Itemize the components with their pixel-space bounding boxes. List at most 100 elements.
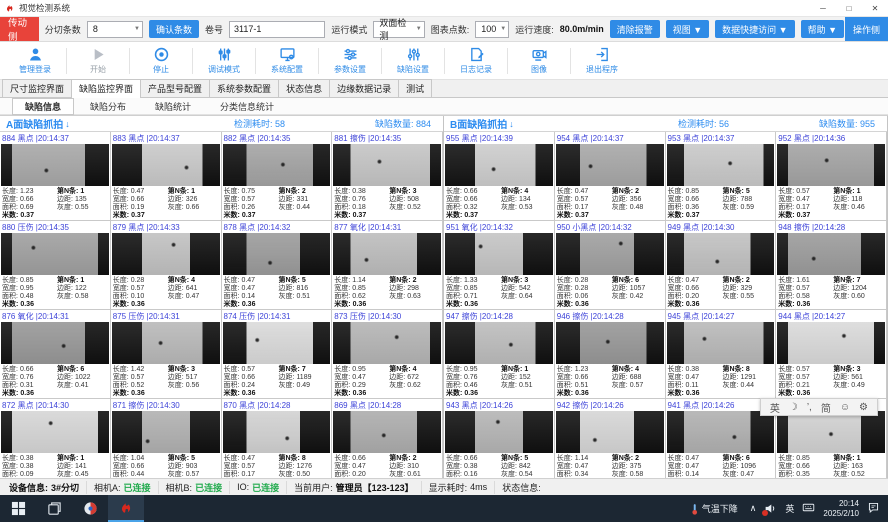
admin-login-button[interactable]: 管理登录 bbox=[8, 43, 62, 79]
sort-desc-icon[interactable]: ↓ bbox=[65, 119, 70, 129]
help-menu-button[interactable]: 帮助 ▼ bbox=[801, 20, 844, 38]
defect-image[interactable] bbox=[1, 411, 109, 453]
taskbar-app-media-icon[interactable] bbox=[72, 495, 108, 522]
maximize-button[interactable]: □ bbox=[836, 1, 862, 16]
defect-cell[interactable]: 872 黑点 |20:14:30长度:0.38宽度:0.38面积:0.09米数:… bbox=[0, 399, 111, 478]
action-center-icon[interactable] bbox=[867, 501, 880, 516]
defect-image[interactable] bbox=[777, 322, 885, 364]
weather-tray-item[interactable]: 气温下降 bbox=[686, 502, 742, 516]
tray-overflow-chevron[interactable]: ∧ bbox=[750, 503, 757, 514]
taskbar-app-inspection-icon[interactable] bbox=[108, 495, 144, 522]
defect-cell[interactable]: 878 黑点 |20:14:32长度:0.47宽度:0.47面积:0.14米数:… bbox=[222, 221, 333, 310]
defect-image[interactable] bbox=[445, 322, 553, 364]
image-button[interactable]: 图像 bbox=[512, 43, 566, 79]
defect-image[interactable] bbox=[223, 322, 331, 364]
main-tab-2[interactable]: 缺陷监控界面 bbox=[71, 79, 141, 98]
defect-image[interactable] bbox=[777, 411, 885, 453]
defect-image[interactable] bbox=[667, 322, 775, 364]
defect-cell[interactable]: 883 黑点 |20:14:37长度:0.47宽度:0.66面积:0.19米数:… bbox=[111, 132, 222, 221]
defect-cell[interactable]: 951 氧化 |20:14:32长度:1.33宽度:0.85面积:0.71米数:… bbox=[444, 221, 555, 310]
defect-image[interactable] bbox=[1, 144, 109, 186]
defect-cell[interactable]: 881 擦伤 |20:14:35长度:0.38宽度:0.76面积:0.18米数:… bbox=[332, 132, 443, 221]
defect-cell[interactable]: 946 擦伤 |20:14:28长度:1.23宽度:0.66面积:0.51米数:… bbox=[555, 310, 666, 399]
defect-image[interactable] bbox=[112, 233, 220, 275]
roll-number-input[interactable]: 3117-1 bbox=[229, 21, 325, 38]
defect-cell[interactable]: 869 黑点 |20:14:28长度:0.66宽度:0.47面积:0.20米数:… bbox=[332, 399, 443, 478]
defect-cell[interactable]: 954 黑点 |20:14:37长度:0.47宽度:0.57面积:0.17米数:… bbox=[555, 132, 666, 221]
close-button[interactable]: ✕ bbox=[862, 1, 888, 16]
defect-image[interactable] bbox=[333, 322, 441, 364]
defect-cell[interactable]: 879 黑点 |20:14:33长度:0.28宽度:0.57面积:0.10米数:… bbox=[111, 221, 222, 310]
defect-image[interactable] bbox=[556, 233, 664, 275]
defect-image[interactable] bbox=[667, 233, 775, 275]
system-config-button[interactable]: 系统配置 bbox=[260, 43, 314, 79]
ime-settings-gear-icon[interactable]: ⚙ bbox=[859, 402, 868, 413]
defect-cell[interactable]: 947 擦伤 |20:14:28长度:0.95宽度:0.76面积:0.46米数:… bbox=[444, 310, 555, 399]
ime-fullwidth-moon-icon[interactable]: ☽ bbox=[789, 402, 798, 413]
defect-image[interactable] bbox=[223, 144, 331, 186]
defect-image[interactable] bbox=[667, 411, 775, 453]
clock[interactable]: 20:14 2025/2/10 bbox=[823, 499, 859, 518]
defect-image[interactable] bbox=[667, 144, 775, 186]
defect-image[interactable] bbox=[223, 411, 331, 453]
defect-image[interactable] bbox=[777, 144, 885, 186]
main-tab-3[interactable]: 产品型号配置 bbox=[140, 79, 210, 97]
task-view-button[interactable] bbox=[36, 495, 72, 522]
defect-image[interactable] bbox=[445, 233, 553, 275]
start-button[interactable] bbox=[0, 495, 36, 522]
defect-image[interactable] bbox=[333, 144, 441, 186]
defect-cell[interactable]: 955 黑点 |20:14:39长度:0.66宽度:0.66面积:0.32米数:… bbox=[444, 132, 555, 221]
ime-language-toggle[interactable]: 英 bbox=[770, 400, 780, 415]
defect-cell[interactable]: 949 黑点 |20:14:30长度:0.47宽度:0.66面积:0.20米数:… bbox=[666, 221, 777, 310]
defect-cell[interactable]: 952 黑点 |20:14:36长度:0.57宽度:0.47面积:0.17米数:… bbox=[776, 132, 887, 221]
defect-image[interactable] bbox=[223, 233, 331, 275]
main-tab-4[interactable]: 系统参数配置 bbox=[209, 79, 279, 97]
touch-keyboard-icon[interactable] bbox=[802, 501, 815, 516]
sub-tab-3[interactable]: 缺陷统计 bbox=[142, 98, 204, 115]
defect-image[interactable] bbox=[112, 322, 220, 364]
param-settings-button[interactable]: 参数设置 bbox=[323, 43, 377, 79]
defect-settings-button[interactable]: 缺陷设置 bbox=[386, 43, 440, 79]
defect-image[interactable] bbox=[445, 411, 553, 453]
defect-cell[interactable]: 943 黑点 |20:14:26长度:0.66宽度:0.38面积:0.16米数:… bbox=[444, 399, 555, 478]
start-button[interactable]: 开始 bbox=[71, 43, 125, 79]
defect-image[interactable] bbox=[556, 411, 664, 453]
defect-cell[interactable]: 942 擦伤 |20:14:26长度:1.14宽度:0.47面积:0.34米数:… bbox=[555, 399, 666, 478]
defect-cell[interactable]: 882 黑点 |20:14:35长度:0.75宽度:0.57面积:0.26米数:… bbox=[222, 132, 333, 221]
defect-image[interactable] bbox=[556, 144, 664, 186]
operator-side-button[interactable]: 操作侧 bbox=[845, 17, 888, 41]
debug-mode-button[interactable]: 调试模式 bbox=[197, 43, 251, 79]
log-record-button[interactable]: 日志记录 bbox=[449, 43, 503, 79]
sub-tab-1[interactable]: 缺陷信息 bbox=[12, 98, 74, 115]
defect-cell[interactable]: 948 擦伤 |20:14:28长度:1.61宽度:0.57面积:0.58米数:… bbox=[776, 221, 887, 310]
defect-image[interactable] bbox=[445, 144, 553, 186]
ime-mode-indicator[interactable]: 英 bbox=[785, 502, 794, 515]
confirm-strip-count-button[interactable]: 确认条数 bbox=[149, 20, 199, 38]
run-mode-select[interactable]: 双面检测 ▼ bbox=[373, 21, 424, 38]
defect-cell[interactable]: 945 黑点 |20:14:27长度:0.38宽度:0.47面积:0.11米数:… bbox=[666, 310, 777, 399]
defect-cell[interactable]: 870 黑点 |20:14:28长度:0.47宽度:0.57面积:0.17米数:… bbox=[222, 399, 333, 478]
defect-image[interactable] bbox=[333, 411, 441, 453]
sub-tab-4[interactable]: 分类信息统计 bbox=[207, 98, 287, 115]
defect-image[interactable] bbox=[112, 144, 220, 186]
main-tab-1[interactable]: 尺寸监控界面 bbox=[2, 79, 72, 97]
defect-cell[interactable]: 944 黑点 |20:14:27长度:0.57宽度:0.57面积:0.21米数:… bbox=[776, 310, 887, 399]
defect-cell[interactable]: 875 压伤 |20:14:31长度:1.42宽度:0.57面积:0.52米数:… bbox=[111, 310, 222, 399]
defect-cell[interactable]: 877 氧化 |20:14:31长度:1.14宽度:0.85面积:0.62米数:… bbox=[332, 221, 443, 310]
defect-cell[interactable]: 950 小黑点 |20:14:32长度:0.28宽度:0.28面积:0.06米数… bbox=[555, 221, 666, 310]
defect-image[interactable] bbox=[556, 322, 664, 364]
data-quick-access-button[interactable]: 数据快捷访问 ▼ bbox=[715, 20, 794, 38]
ime-emoji-icon[interactable]: ☺ bbox=[840, 402, 850, 413]
main-tab-5[interactable]: 状态信息 bbox=[278, 79, 330, 97]
chart-points-select[interactable]: 100 ▼ bbox=[475, 21, 509, 38]
clear-alarm-button[interactable]: 清除报警 bbox=[610, 20, 660, 38]
defect-cell[interactable]: 871 擦伤 |20:14:30长度:1.04宽度:0.66面积:0.44米数:… bbox=[111, 399, 222, 478]
view-menu-button[interactable]: 视图 ▼ bbox=[666, 20, 709, 38]
defect-cell[interactable]: 873 压伤 |20:14:30长度:0.95宽度:0.47面积:0.29米数:… bbox=[332, 310, 443, 399]
drive-side-badge[interactable]: 传动侧 bbox=[0, 17, 39, 41]
ime-punctuation-toggle[interactable]: ’, bbox=[807, 402, 812, 413]
sort-desc-icon[interactable]: ↓ bbox=[509, 119, 514, 129]
volume-icon[interactable] bbox=[764, 502, 777, 515]
defect-cell[interactable]: 953 黑点 |20:14:37长度:0.85宽度:0.66面积:0.36米数:… bbox=[666, 132, 777, 221]
defect-cell[interactable]: 884 黑点 |20:14:37长度:1.23宽度:0.66面积:0.69米数:… bbox=[0, 132, 111, 221]
